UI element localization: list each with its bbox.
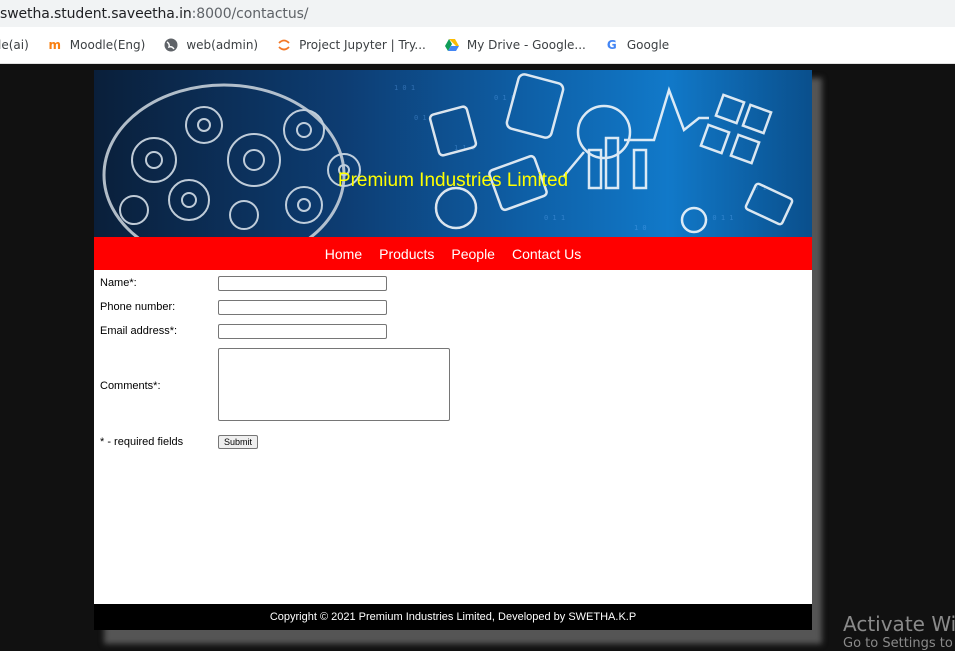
page-viewport: 1 0 10 11 1 0 0 1 01 0 1 10 1 1 00 1 1 P… [0, 64, 955, 647]
svg-text:0 1: 0 1 [414, 114, 427, 122]
nav-home[interactable]: Home [325, 246, 362, 262]
svg-text:1 0 1: 1 0 1 [394, 84, 415, 92]
svg-text:1 0 1 1: 1 0 1 1 [704, 214, 734, 222]
main-nav: Home Products People Contact Us [94, 237, 812, 270]
bookmark-jupyter[interactable]: Project Jupyter | Try... [276, 37, 426, 53]
bookmark-google-drive[interactable]: My Drive - Google... [444, 37, 586, 53]
moodle-icon: m [48, 38, 62, 52]
url-text[interactable]: swetha.student.saveetha.in:8000/contactu… [0, 6, 309, 22]
globe-icon [163, 37, 179, 53]
google-drive-icon [444, 37, 460, 53]
comments-label: Comments*: [100, 380, 161, 392]
required-note: * - required fields [100, 436, 184, 448]
footer: Copyright © 2021 Premium Industries Limi… [94, 604, 812, 630]
windows-activation-watermark: Activate Win [843, 612, 955, 636]
bookmark-le-ai[interactable]: le(ai) [0, 38, 29, 52]
jupyter-icon [276, 37, 292, 53]
bookmark-google[interactable]: G Google [604, 37, 669, 53]
nav-products[interactable]: Products [379, 246, 434, 262]
phone-label: Phone number: [100, 301, 176, 313]
address-bar[interactable]: swetha.student.saveetha.in:8000/contactu… [0, 0, 955, 27]
header-banner: 1 0 10 11 1 0 0 1 01 0 1 10 1 1 00 1 1 P… [94, 70, 812, 237]
email-field[interactable] [218, 324, 387, 339]
svg-text:1 0: 1 0 [634, 224, 647, 232]
comments-textarea[interactable] [218, 348, 450, 421]
name-field[interactable] [218, 276, 387, 291]
phone-field[interactable] [218, 300, 387, 315]
windows-activation-subtext: Go to Settings to [843, 636, 953, 651]
bookmark-web-admin[interactable]: web(admin) [163, 37, 258, 53]
svg-text:0 1 1: 0 1 1 [544, 214, 565, 222]
site-page: 1 0 10 11 1 0 0 1 01 0 1 10 1 1 00 1 1 P… [94, 70, 812, 630]
banner-artwork: 1 0 10 11 1 0 0 1 01 0 1 10 1 1 00 1 1 [102, 73, 794, 237]
bookmark-moodle[interactable]: m Moodle(Eng) [47, 37, 146, 53]
google-icon: G [606, 38, 617, 52]
name-label: Name*: [100, 277, 137, 289]
nav-contact-us[interactable]: Contact Us [512, 246, 581, 262]
bookmarks-bar: le(ai) m Moodle(Eng) web(admin) Project … [0, 27, 955, 64]
nav-people[interactable]: People [451, 246, 495, 262]
site-title: Premium Industries Limited [337, 170, 569, 191]
email-label: Email address*: [100, 325, 178, 337]
submit-button[interactable]: Submit [218, 435, 259, 449]
